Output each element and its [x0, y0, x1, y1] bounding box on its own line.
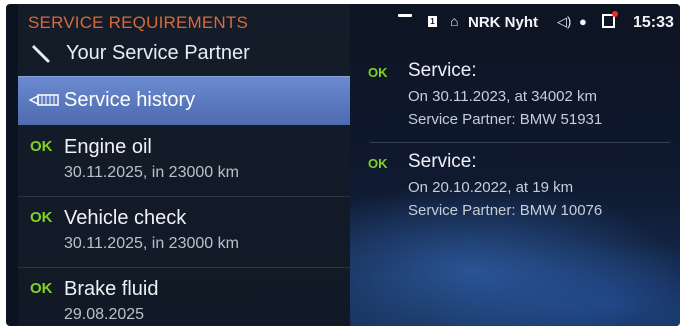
- entry-date-mileage: On 30.11.2023, at 34002 km: [408, 88, 598, 105]
- list-item-engine-oil[interactable]: OK Engine oil 30.11.2025, in 23000 km: [18, 126, 350, 197]
- item-title: Brake fluid: [64, 278, 159, 300]
- item-title: Vehicle check: [64, 207, 187, 229]
- entry-divider: [370, 142, 670, 143]
- entry-partner: Service Partner: BMW 51931: [408, 111, 603, 128]
- item-title: Engine oil: [64, 136, 152, 158]
- ok-badge: OK: [30, 280, 53, 297]
- notification-dot: [612, 11, 618, 17]
- menu-title: SERVICE REQUIREMENTS: [28, 13, 249, 32]
- microphone-icon: ●: [579, 14, 587, 29]
- service-partner-label: Your Service Partner: [66, 42, 250, 64]
- entry-date-mileage: On 20.10.2022, at 19 km: [408, 179, 574, 196]
- radio-station: NRK Nyht: [468, 14, 538, 31]
- sim-icon: 1: [428, 16, 437, 27]
- clock-time: 15:33: [633, 14, 674, 31]
- wrench-icon: [30, 42, 54, 69]
- history-detail-panel: 1 ⌂ NRK Nyht ◁) ● 15:33 OK Service: On 3…: [350, 4, 680, 326]
- status-dash: [398, 14, 412, 17]
- volume-icon: ◁): [557, 14, 572, 29]
- ok-badge: OK: [368, 65, 388, 80]
- entry-partner: Service Partner: BMW 10076: [408, 202, 603, 219]
- item-detail: 30.11.2025, in 23000 km: [64, 235, 239, 252]
- service-menu-panel: SERVICE REQUIREMENTS Your Service Partne…: [18, 4, 359, 326]
- item-detail: 30.11.2025, in 23000 km: [64, 164, 239, 181]
- menu-item-service-partner[interactable]: Your Service Partner: [18, 34, 350, 74]
- status-bar: 1 ⌂ NRK Nyht ◁) ● 15:33: [350, 4, 680, 34]
- list-item-brake-fluid[interactable]: OK Brake fluid 29.08.2025: [18, 268, 350, 326]
- item-detail: 29.08.2025: [64, 306, 145, 323]
- radio-icon: ⌂: [450, 13, 459, 29]
- service-history-label: Service history: [64, 89, 196, 111]
- menu-item-service-history[interactable]: Service history: [18, 76, 350, 125]
- service-book-icon: [28, 92, 60, 113]
- idrive-screen: SERVICE REQUIREMENTS Your Service Partne…: [6, 4, 680, 326]
- list-item-vehicle-check[interactable]: OK Vehicle check 30.11.2025, in 23000 km: [18, 197, 350, 268]
- ok-badge: OK: [368, 156, 388, 171]
- entry-title: Service:: [408, 151, 477, 172]
- ok-badge: OK: [30, 138, 53, 155]
- ok-badge: OK: [30, 209, 53, 226]
- entry-title: Service:: [408, 60, 477, 81]
